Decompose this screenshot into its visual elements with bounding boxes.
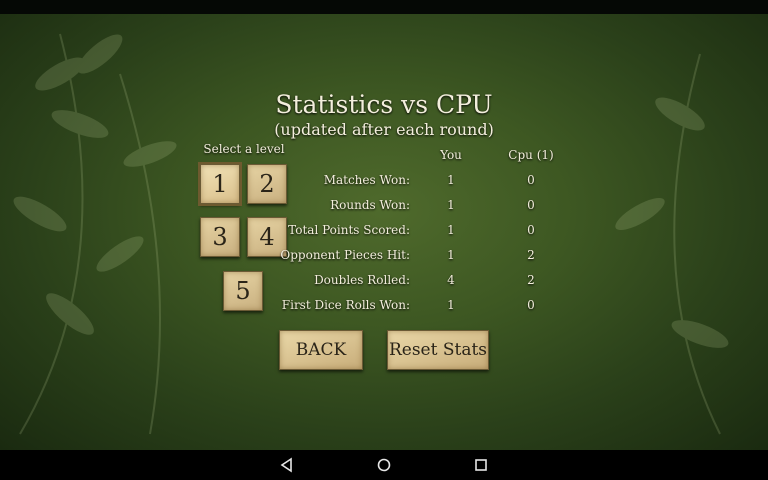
back-triangle-icon[interactable] — [278, 456, 296, 474]
stat-label-matches-won: Matches Won: — [323, 173, 410, 187]
select-level-label: Select a level — [203, 142, 285, 156]
stat-you-pieces-hit: 1 — [447, 248, 455, 262]
stat-cpu-total-points: 0 — [527, 223, 535, 237]
stat-cpu-doubles-rolled: 2 — [527, 273, 535, 287]
recents-square-icon[interactable] — [472, 456, 490, 474]
reset-stats-button[interactable]: Reset Stats — [387, 330, 489, 370]
stat-cpu-pieces-hit: 2 — [527, 248, 535, 262]
stat-cpu-matches-won: 0 — [527, 173, 535, 187]
page-subtitle: (updated after each round) — [274, 120, 494, 139]
status-bar — [0, 0, 768, 14]
statistics-screen: Statistics vs CPU (updated after each ro… — [0, 14, 768, 450]
stat-cpu-rounds-won: 0 — [527, 198, 535, 212]
stat-you-total-points: 1 — [447, 223, 455, 237]
column-header-you: You — [440, 148, 462, 162]
stat-label-doubles-rolled: Doubles Rolled: — [314, 273, 410, 287]
stat-you-rounds-won: 1 — [447, 198, 455, 212]
back-button[interactable]: BACK — [279, 330, 363, 370]
stat-you-doubles-rolled: 4 — [447, 273, 455, 287]
stat-label-pieces-hit: Opponent Pieces Hit: — [280, 248, 410, 262]
stat-you-matches-won: 1 — [447, 173, 455, 187]
stat-you-first-rolls-won: 1 — [447, 298, 455, 312]
stat-cpu-first-rolls-won: 0 — [527, 298, 535, 312]
stat-label-rounds-won: Rounds Won: — [330, 198, 410, 212]
stat-label-total-points: Total Points Scored: — [288, 223, 410, 237]
stat-label-first-rolls-won: First Dice Rolls Won: — [281, 298, 410, 312]
page-title: Statistics vs CPU — [275, 90, 493, 119]
column-header-cpu: Cpu (1) — [508, 148, 554, 162]
home-circle-icon[interactable] — [375, 456, 393, 474]
android-nav-bar — [0, 450, 768, 480]
